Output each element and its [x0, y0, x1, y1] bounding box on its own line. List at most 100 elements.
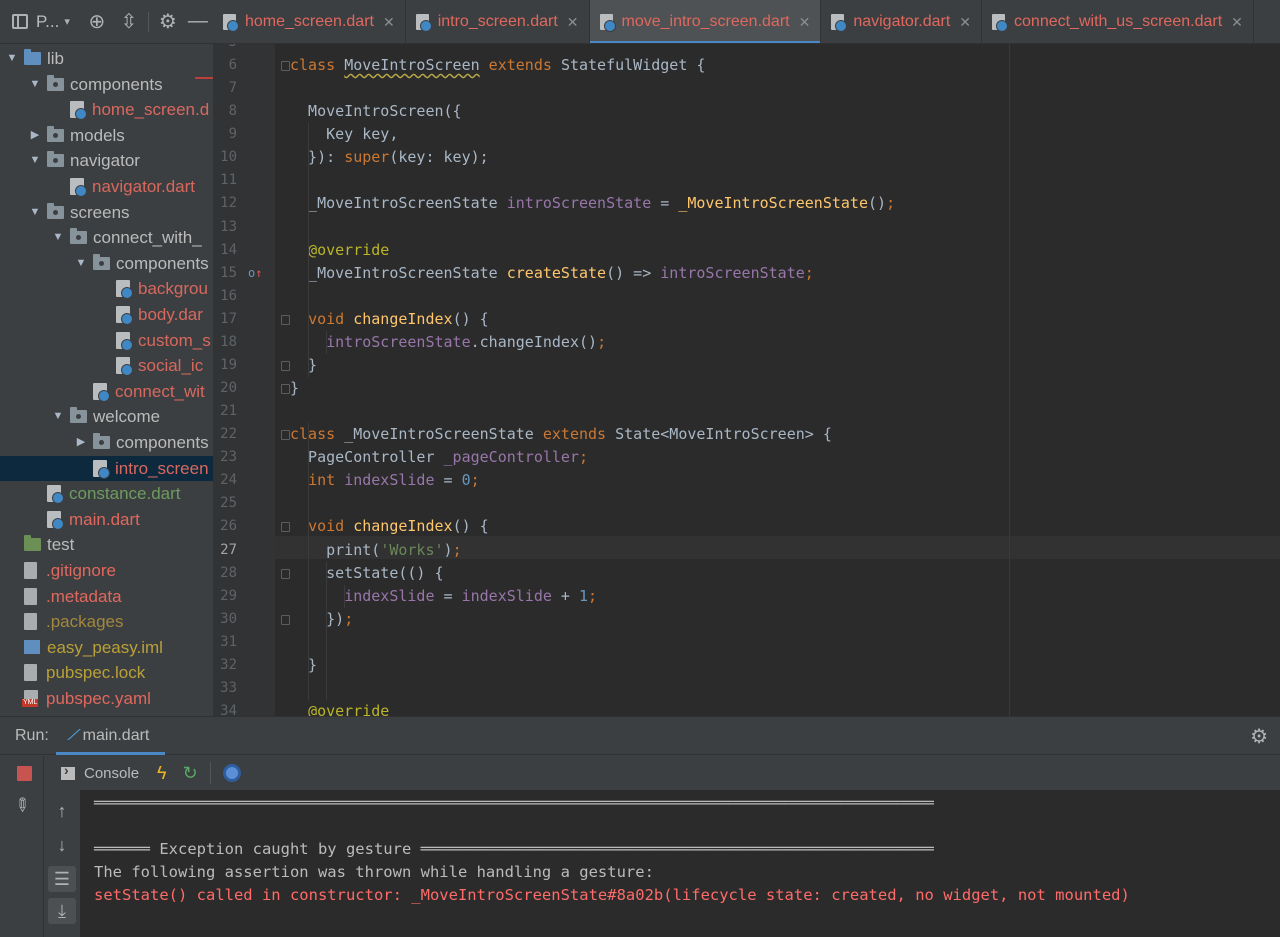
close-icon[interactable]: ✕	[383, 14, 395, 31]
tree-item[interactable]: pubspec.lock	[0, 660, 213, 685]
gear-icon[interactable]: ⚙	[157, 9, 179, 34]
hot-reload-icon[interactable]: ϟ	[157, 763, 167, 784]
code-line[interactable]: int indexSlide = 0;	[290, 469, 480, 492]
override-gutter-icon[interactable]: o↑	[248, 262, 262, 285]
close-icon[interactable]: ✕	[567, 14, 579, 31]
code-line[interactable]: print('Works');	[290, 539, 461, 562]
stop-button[interactable]	[17, 766, 32, 781]
code-line[interactable]: void changeIndex() {	[290, 308, 489, 331]
console-output[interactable]: ════════════════════════════════════════…	[80, 790, 1280, 937]
tree-item[interactable]: ▼ screens	[0, 200, 213, 225]
expand-arrow-icon[interactable]: ▼	[50, 404, 66, 429]
run-config-tab[interactable]: ⁄ main.dart	[56, 717, 166, 755]
expand-arrow-icon[interactable]: ▼	[50, 225, 66, 250]
tree-item[interactable]: social_ic	[0, 353, 213, 378]
tree-item[interactable]: easy_peasy.iml	[0, 635, 213, 660]
pin-icon[interactable]: ✎	[9, 793, 34, 819]
tree-item[interactable]: intro_screen	[0, 455, 213, 481]
tree-item[interactable]: body.dar	[0, 302, 213, 327]
tree-item[interactable]: ▶ models	[0, 123, 213, 148]
tree-item[interactable]: connect_wit	[0, 379, 213, 404]
tree-item[interactable]: .gitignore	[0, 558, 213, 583]
code-line[interactable]: PageController _pageController;	[290, 446, 588, 469]
editor-tab[interactable]: navigator.dart ✕	[821, 0, 983, 43]
fold-marker-icon[interactable]	[281, 522, 290, 533]
expand-arrow-icon[interactable]: ▼	[27, 200, 43, 225]
editor-tab[interactable]: intro_screen.dart ✕	[406, 0, 590, 43]
hot-restart-icon[interactable]: ↻	[183, 763, 198, 784]
tree-item[interactable]: custom_s	[0, 328, 213, 353]
close-icon[interactable]: ✕	[799, 14, 811, 31]
collapse-all-icon[interactable]: ⇳	[118, 9, 140, 34]
fold-marker-icon[interactable]	[281, 568, 290, 579]
code-line[interactable]: }): super(key: key);	[290, 146, 489, 169]
minimize-icon[interactable]: —	[187, 10, 209, 33]
expand-arrow-icon[interactable]: ▼	[27, 148, 43, 173]
editor-tab[interactable]: home_screen.dart ✕	[213, 0, 406, 43]
code-line[interactable]: setState(() {	[290, 562, 443, 585]
tree-item[interactable]: ▼ lib	[0, 46, 213, 71]
arrow-up-icon[interactable]: ↑	[48, 798, 76, 824]
collapse-arrow-icon[interactable]: ▶	[73, 430, 89, 455]
tree-item[interactable]: backgrou	[0, 276, 213, 301]
fold-marker-icon[interactable]	[281, 430, 290, 441]
code-line[interactable]: }	[290, 654, 317, 677]
devtools-icon[interactable]	[218, 760, 245, 786]
fold-marker-icon[interactable]	[281, 314, 290, 325]
fold-marker-icon[interactable]	[281, 61, 290, 72]
close-icon[interactable]: ✕	[1231, 14, 1243, 31]
code-line[interactable]: void changeIndex() {	[290, 515, 489, 538]
tree-item[interactable]: main.dart	[0, 507, 213, 532]
code-line[interactable]: indexSlide = indexSlide + 1;	[290, 585, 597, 608]
code-line[interactable]: @override	[290, 700, 389, 716]
gear-icon[interactable]: ⚙	[1250, 724, 1268, 749]
scroll-to-end-icon[interactable]: ⤓	[48, 898, 76, 924]
tree-item[interactable]: constance.dart	[0, 481, 213, 506]
folder-icon	[93, 253, 110, 270]
test-folder-icon	[24, 535, 41, 552]
code-line[interactable]: }	[290, 354, 317, 377]
project-view-selector[interactable]: P... ▾	[12, 12, 70, 32]
expand-arrow-icon[interactable]: ▼	[27, 72, 43, 97]
fold-marker-icon[interactable]	[281, 384, 290, 395]
collapse-arrow-icon[interactable]: ▶	[27, 123, 43, 148]
locate-target-icon[interactable]: ⊕	[86, 9, 108, 34]
soft-wrap-icon[interactable]: ☰	[48, 866, 76, 892]
tree-item[interactable]: home_screen.d	[0, 97, 213, 122]
code-editor[interactable]: 5 6 7 8 9 10 11 12 13 14 15 16 17 18 19 20 21 22 23 24 25 26 2…	[213, 44, 1280, 716]
code-line[interactable]: class MoveIntroScreen extends StatefulWi…	[290, 54, 705, 77]
code-line[interactable]: _MoveIntroScreenState introScreenState =…	[290, 192, 895, 215]
editor-tab[interactable]: connect_with_us_screen.dart ✕	[982, 0, 1254, 43]
code-line[interactable]: @override	[290, 239, 389, 262]
tree-item[interactable]: pubspec.yaml	[0, 686, 213, 711]
tab-label: move_intro_screen.dart	[621, 13, 790, 30]
tree-item[interactable]: ▼ welcome	[0, 404, 213, 429]
fold-marker-icon[interactable]	[281, 360, 290, 371]
code-line[interactable]: class _MoveIntroScreenState extends Stat…	[290, 423, 832, 446]
code-line[interactable]: });	[290, 608, 353, 631]
tree-item[interactable]: .metadata	[0, 584, 213, 609]
tree-item[interactable]: ▼ components	[0, 251, 213, 276]
fold-marker-icon[interactable]	[281, 614, 290, 625]
editor-tab[interactable]: move_intro_screen.dart ✕	[589, 0, 822, 43]
tree-item[interactable]: ▼ connect_with_	[0, 225, 213, 250]
line-number: 23	[220, 449, 237, 466]
code-line[interactable]: MoveIntroScreen({	[290, 100, 462, 123]
tree-item[interactable]: ▼ components	[0, 72, 213, 97]
tree-item[interactable]: ▼ navigator	[0, 148, 213, 173]
tree-item[interactable]: ▶ components	[0, 430, 213, 455]
console-tab[interactable]: Console	[61, 762, 139, 782]
tree-item[interactable]: navigator.dart	[0, 174, 213, 199]
code-line[interactable]: }	[290, 377, 299, 400]
code-line[interactable]: _MoveIntroScreenState createState() => i…	[290, 262, 814, 285]
expand-arrow-icon[interactable]: ▼	[4, 46, 20, 71]
expand-arrow-icon[interactable]: ▼	[73, 251, 89, 276]
code-line[interactable]: Key key,	[290, 123, 398, 146]
folder-icon	[70, 228, 87, 245]
tree-item[interactable]: .packages	[0, 609, 213, 634]
close-icon[interactable]: ✕	[959, 14, 971, 31]
run-header: Run: ⁄ main.dart ⚙	[0, 717, 1280, 755]
tree-item[interactable]: ▶test	[0, 532, 213, 557]
code-line[interactable]: introScreenState.changeIndex();	[290, 331, 606, 354]
arrow-down-icon[interactable]: ↓	[48, 832, 76, 858]
